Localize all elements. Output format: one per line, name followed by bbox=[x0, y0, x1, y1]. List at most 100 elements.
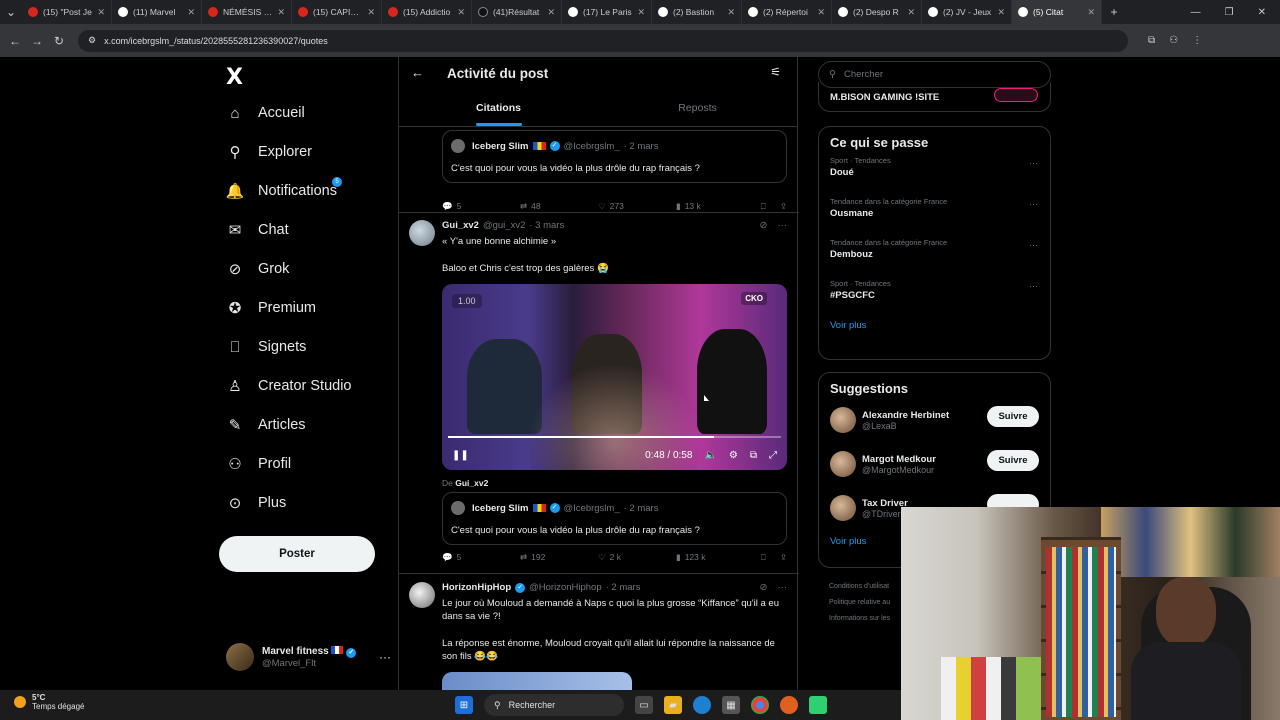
footer-link[interactable]: Informations sur les bbox=[829, 611, 890, 627]
reply-button[interactable]: 💬 5 bbox=[442, 201, 520, 212]
share-icon[interactable]: ⇪ bbox=[780, 201, 787, 212]
reload-icon[interactable]: ↻ bbox=[48, 34, 70, 48]
grok-icon[interactable]: ⊘ bbox=[760, 220, 768, 231]
like-button[interactable]: ♡ 2 k bbox=[598, 552, 676, 563]
back-arrow-icon[interactable]: ← bbox=[411, 65, 424, 80]
share-icon[interactable]: ⇪ bbox=[780, 552, 787, 563]
close-tab-icon[interactable]: ✕ bbox=[637, 7, 645, 18]
sidebar-item-explorer[interactable]: ⚲ Explorer bbox=[226, 143, 313, 161]
avatar[interactable] bbox=[409, 220, 435, 246]
chrome-icon[interactable] bbox=[751, 696, 769, 714]
close-tab-icon[interactable]: ✕ bbox=[457, 7, 465, 18]
more-icon[interactable]: ··· bbox=[1029, 199, 1038, 209]
profile-icon[interactable]: ⚇ bbox=[1169, 35, 1178, 46]
back-icon[interactable]: ← bbox=[4, 34, 26, 48]
attribution-name[interactable]: Gui_xv2 bbox=[455, 478, 488, 488]
sidebar-item-profil[interactable]: ⚇ Profil bbox=[226, 455, 291, 473]
close-tab-icon[interactable]: ✕ bbox=[187, 7, 195, 18]
picture-in-picture-icon[interactable]: ⧉ bbox=[750, 450, 757, 461]
close-tab-icon[interactable]: ✕ bbox=[997, 7, 1005, 18]
browser-tab[interactable]: (41)Résultat ✕ bbox=[472, 0, 562, 24]
app-icon[interactable] bbox=[809, 696, 827, 714]
settings-icon[interactable]: ⚙ bbox=[729, 450, 738, 461]
see-more-link[interactable]: Voir plus bbox=[819, 314, 1050, 337]
trend-item[interactable]: Sport · Tendances #PSGCFC ··· bbox=[819, 273, 1050, 314]
browser-tab[interactable]: (17) Le Paris ✕ bbox=[562, 0, 652, 24]
site-info-icon[interactable]: ⚙ bbox=[88, 35, 96, 46]
video-progress-bar[interactable] bbox=[448, 436, 781, 438]
menu-icon[interactable]: ⋮ bbox=[1192, 35, 1202, 46]
avatar[interactable] bbox=[409, 582, 435, 608]
taskbar-search[interactable]: ⚲ Rechercher bbox=[484, 694, 624, 716]
browser-tab[interactable]: (2) Répertoi ✕ bbox=[742, 0, 832, 24]
task-view-icon[interactable]: ▭ bbox=[635, 696, 653, 714]
browser-tab[interactable]: (5) Citat ✕ bbox=[1012, 0, 1102, 24]
close-window-icon[interactable]: ✕ bbox=[1258, 7, 1266, 18]
bookmark-icon[interactable]: ⎕ bbox=[761, 201, 766, 212]
sidebar-item-accueil[interactable]: ⌂ Accueil bbox=[226, 104, 304, 122]
quoted-post[interactable]: Iceberg Slim ✓ @Icebrgslm_ · 2 mars C'es… bbox=[442, 492, 787, 545]
forward-icon[interactable]: → bbox=[26, 34, 48, 48]
footer-link[interactable]: Conditions d'utilisat bbox=[829, 579, 890, 595]
file-explorer-icon[interactable]: ▰ bbox=[664, 696, 682, 714]
close-tab-icon[interactable]: ✕ bbox=[97, 7, 105, 18]
settings-icon[interactable]: ⚟ bbox=[770, 65, 781, 79]
tab-citations[interactable]: Citations bbox=[399, 98, 598, 126]
windows-start-icon[interactable]: ⊞ bbox=[455, 696, 473, 714]
suggestion-item[interactable]: Margot Medkour @MargotMedkour Suivre bbox=[819, 442, 1050, 486]
more-icon[interactable]: ··· bbox=[778, 582, 788, 593]
post-horizonhiphop[interactable]: HorizonHipHop ✓ @HorizonHiphop · 2 mars … bbox=[399, 574, 799, 690]
close-tab-icon[interactable]: ✕ bbox=[367, 7, 375, 18]
more-options-icon[interactable]: ··· bbox=[379, 650, 391, 664]
browser-tab[interactable]: (2) Bastion ✕ bbox=[652, 0, 742, 24]
extension-icon[interactable]: ⧉ bbox=[1148, 35, 1155, 46]
more-icon[interactable]: ··· bbox=[1029, 281, 1038, 291]
repost-button[interactable]: ⇄ 192 bbox=[520, 552, 598, 563]
like-button[interactable]: ♡ 273 bbox=[598, 201, 676, 212]
follow-button[interactable]: Suivre bbox=[987, 406, 1039, 427]
bookmark-icon[interactable]: ⎕ bbox=[761, 552, 766, 563]
more-icon[interactable]: ··· bbox=[1029, 240, 1038, 250]
author-name[interactable]: HorizonHipHop bbox=[442, 582, 511, 593]
sidebar-item-notifications[interactable]: 🔔 5 Notifications bbox=[226, 177, 342, 200]
close-tab-icon[interactable]: ✕ bbox=[547, 7, 555, 18]
edge-icon[interactable] bbox=[693, 696, 711, 714]
reply-button[interactable]: 💬 5 bbox=[442, 552, 520, 563]
account-switcher[interactable]: Marvel fitness ✓ @Marvel_Flt ··· bbox=[226, 643, 391, 671]
maximize-icon[interactable]: ❐ bbox=[1225, 7, 1234, 18]
minimize-icon[interactable]: — bbox=[1191, 7, 1201, 18]
grok-icon[interactable]: ⊘ bbox=[760, 582, 768, 593]
post-media-preview[interactable] bbox=[442, 672, 632, 690]
browser-tab[interactable]: (2) Despo R ✕ bbox=[832, 0, 922, 24]
new-tab-button[interactable]: + bbox=[1102, 5, 1126, 19]
browser-tab[interactable]: NÉMÉSIS DA ✕ bbox=[202, 0, 292, 24]
post-gui[interactable]: Gui_xv2 @gui_xv2 · 3 mars ⊘ ··· « Y'a une… bbox=[399, 212, 799, 574]
firefox-icon[interactable] bbox=[780, 696, 798, 714]
post-date[interactable]: · 3 mars bbox=[529, 220, 564, 231]
more-icon[interactable]: ··· bbox=[778, 220, 788, 231]
browser-tab[interactable]: (15) Addictio ✕ bbox=[382, 0, 472, 24]
fullscreen-icon[interactable]: ⤢ bbox=[769, 450, 777, 461]
footer-link[interactable]: Politique relative au bbox=[829, 595, 890, 611]
post-date[interactable]: · 2 mars bbox=[606, 582, 641, 593]
x-logo[interactable]: X bbox=[226, 65, 243, 90]
follow-button[interactable]: Suivre bbox=[987, 450, 1039, 471]
weather-widget[interactable]: 5°C Temps dégagé bbox=[14, 693, 84, 711]
views-button[interactable]: ▮ 13 k bbox=[676, 201, 754, 212]
close-tab-icon[interactable]: ✕ bbox=[727, 7, 735, 18]
browser-tab[interactable]: (11) Marvel ✕ bbox=[112, 0, 202, 24]
close-tab-icon[interactable]: ✕ bbox=[817, 7, 825, 18]
close-tab-icon[interactable]: ✕ bbox=[907, 7, 915, 18]
browser-tab[interactable]: (15) "Post Je ✕ bbox=[22, 0, 112, 24]
tab-list-icon[interactable]: ⌄ bbox=[0, 5, 22, 19]
browser-tab[interactable]: (2) JV - Jeux ✕ bbox=[922, 0, 1012, 24]
trend-item[interactable]: Tendance dans la catégorie France Ousmane… bbox=[819, 191, 1050, 232]
tab-reposts[interactable]: Reposts bbox=[598, 98, 797, 126]
suggestion-item[interactable]: Alexandre Herbinet @LexaB Suivre bbox=[819, 398, 1050, 442]
trend-item[interactable]: Tendance dans la catégorie France Dembouz… bbox=[819, 232, 1050, 273]
close-tab-icon[interactable]: ✕ bbox=[277, 7, 285, 18]
trend-item[interactable]: Sport · Tendances Doué ··· bbox=[819, 150, 1050, 191]
sidebar-item-signets[interactable]: ⎕ Signets bbox=[226, 338, 306, 356]
repost-button[interactable]: ⇄ 48 bbox=[520, 201, 598, 212]
views-button[interactable]: ▮ 123 k bbox=[676, 552, 754, 563]
